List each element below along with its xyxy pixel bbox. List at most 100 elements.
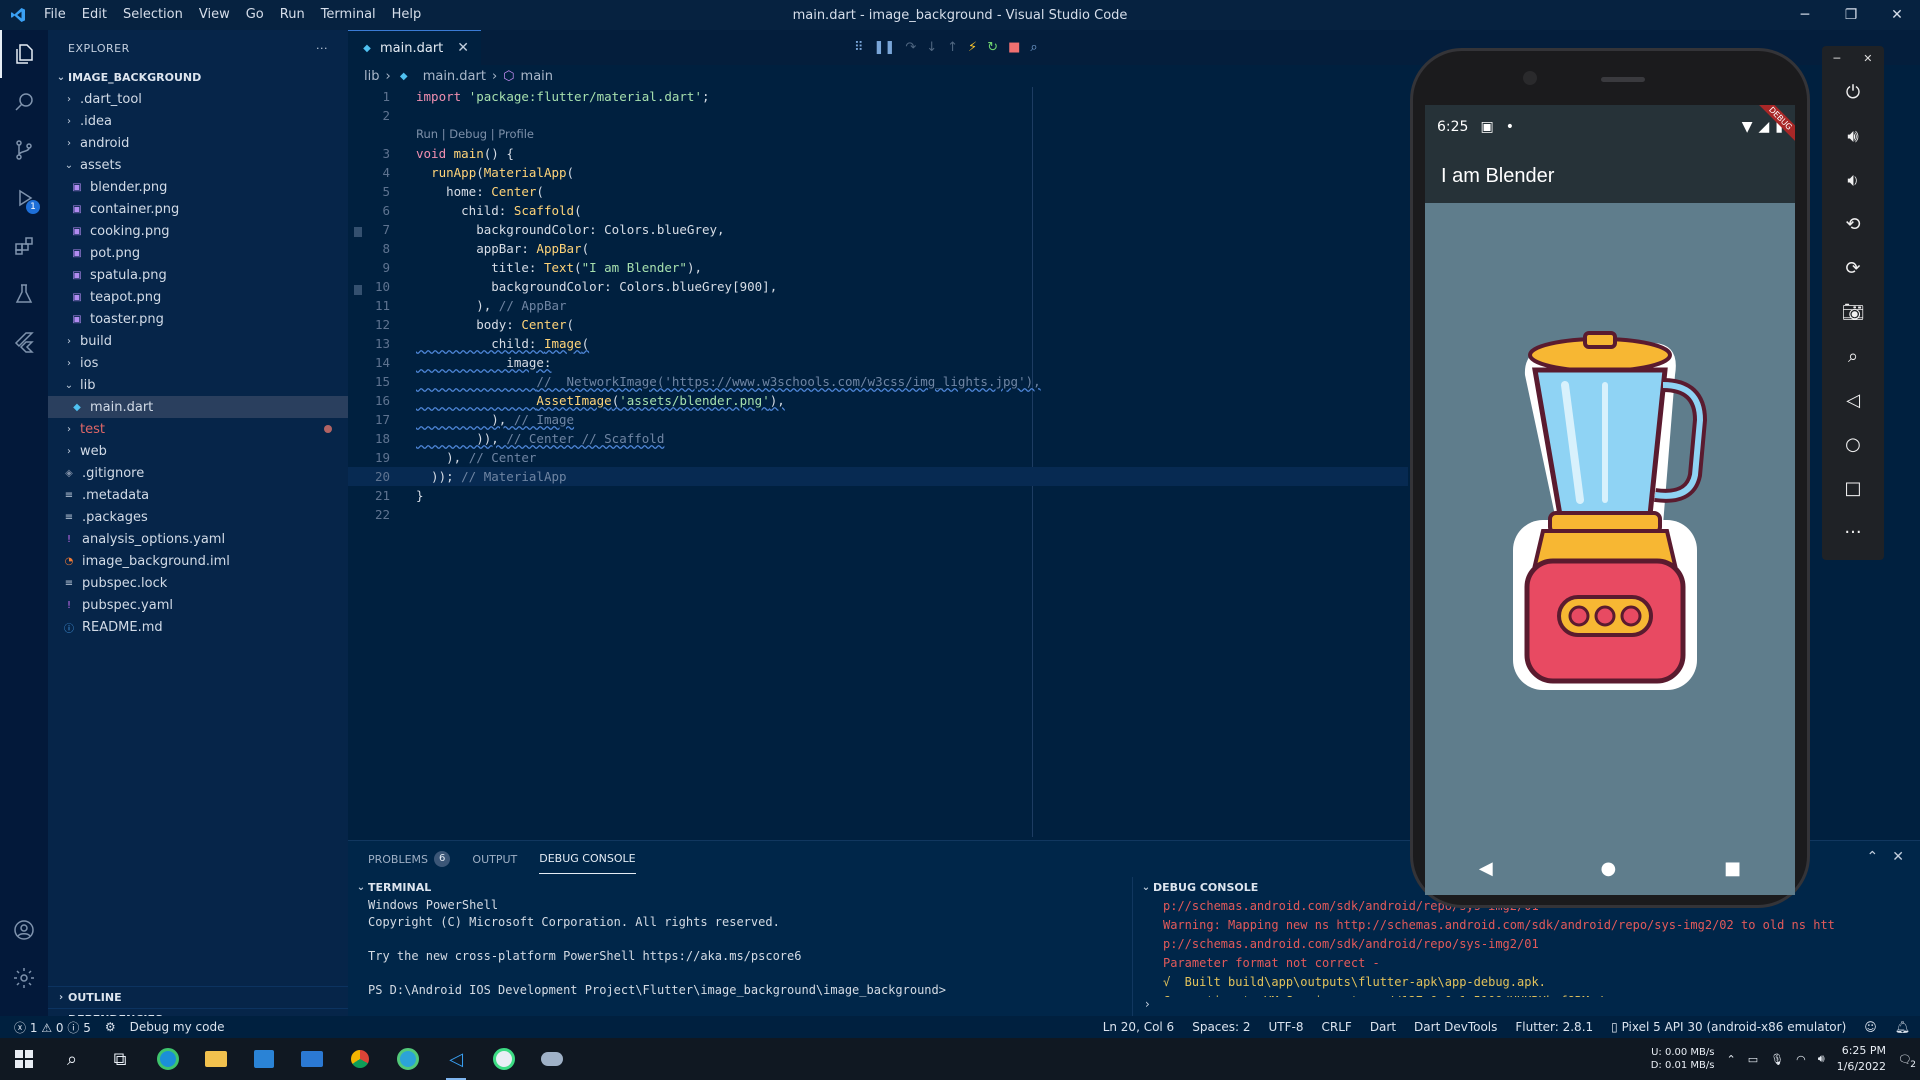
- search-icon[interactable]: ⌕: [48, 1038, 96, 1080]
- tree-item[interactable]: › test: [48, 418, 348, 440]
- breadcrumb-lib[interactable]: lib: [364, 69, 379, 84]
- mail-icon[interactable]: [288, 1038, 336, 1080]
- tree-item[interactable]: › .idea: [48, 110, 348, 132]
- back-icon[interactable]: ◀: [1479, 858, 1493, 879]
- task-view-icon[interactable]: ⧉: [96, 1038, 144, 1080]
- tree-item[interactable]: ⓘ README.md: [48, 616, 348, 638]
- code-editor[interactable]: 1 import 'package:flutter/material.dart';…: [348, 87, 1408, 837]
- tree-item[interactable]: › web: [48, 440, 348, 462]
- drag-handle-icon[interactable]: ⠿: [854, 40, 864, 55]
- tree-item[interactable]: ▣ cooking.png: [48, 220, 348, 242]
- files-icon[interactable]: [0, 30, 48, 78]
- tree-item[interactable]: › android: [48, 132, 348, 154]
- minimize-emulator-icon[interactable]: ─: [1834, 52, 1841, 65]
- breadcrumb-symbol[interactable]: main: [521, 69, 553, 84]
- tree-item[interactable]: ▣ container.png: [48, 198, 348, 220]
- account-icon[interactable]: [0, 906, 48, 954]
- tree-item[interactable]: › ios: [48, 352, 348, 374]
- tree-item[interactable]: › .dart_tool: [48, 88, 348, 110]
- clock[interactable]: 6:25 PM 1/6/2022: [1837, 1043, 1886, 1075]
- menu-view[interactable]: View: [191, 0, 238, 30]
- tree-item[interactable]: ◈ .gitignore: [48, 462, 348, 484]
- menu-edit[interactable]: Edit: [74, 0, 115, 30]
- wifi-icon[interactable]: ◠: [1796, 1053, 1806, 1066]
- tree-item[interactable]: › build: [48, 330, 348, 352]
- cursor-position[interactable]: Ln 20, Col 6: [1103, 1020, 1175, 1034]
- home-icon[interactable]: ●: [1601, 858, 1617, 879]
- terminal-pane[interactable]: ⌄ TERMINAL Windows PowerShell Copyright (C…: [348, 877, 1128, 1017]
- debug-run-icon[interactable]: ⚙: [105, 1020, 116, 1034]
- tree-item[interactable]: ≡ .metadata: [48, 484, 348, 506]
- menu-help[interactable]: Help: [384, 0, 430, 30]
- tree-item[interactable]: ▣ pot.png: [48, 242, 348, 264]
- close-emulator-icon[interactable]: ✕: [1863, 52, 1872, 65]
- tree-item[interactable]: ◆ main.dart: [48, 396, 348, 418]
- problems-status[interactable]: ⓧ 1 ⚠ 0 ⓘ 5: [14, 1019, 91, 1036]
- pause-icon[interactable]: ❚❚: [874, 40, 896, 55]
- tab-debug-console[interactable]: DEBUG CONSOLE: [539, 844, 636, 874]
- close-window-button[interactable]: ✕: [1874, 0, 1920, 30]
- more-options-icon[interactable]: ···: [1822, 510, 1884, 554]
- volume-up-icon[interactable]: 🔊︎: [1822, 114, 1884, 158]
- restart-icon[interactable]: ↻: [987, 40, 998, 55]
- menu-go[interactable]: Go: [238, 0, 272, 30]
- edge-browser-icon[interactable]: [144, 1038, 192, 1080]
- source-control-icon[interactable]: [0, 126, 48, 174]
- step-out-icon[interactable]: ↑: [947, 40, 958, 55]
- tree-item[interactable]: ▣ spatula.png: [48, 264, 348, 286]
- screenshot-camera-icon[interactable]: 📷︎: [1822, 290, 1884, 334]
- menu-selection[interactable]: Selection: [115, 0, 191, 30]
- emulator-icon[interactable]: [528, 1038, 576, 1080]
- edge-dev-icon[interactable]: [384, 1038, 432, 1080]
- maximize-panel-icon[interactable]: ⌃: [1867, 849, 1879, 865]
- flutter-icon[interactable]: [0, 318, 48, 366]
- step-over-icon[interactable]: ↷: [905, 40, 916, 55]
- recents-icon[interactable]: ■: [1724, 858, 1741, 879]
- power-icon[interactable]: ⏻: [1822, 70, 1884, 114]
- console-input-prompt-icon[interactable]: ›: [1145, 997, 1150, 1011]
- indentation[interactable]: Spaces: 2: [1192, 1020, 1250, 1034]
- breadcrumb-file[interactable]: main.dart: [423, 69, 486, 84]
- close-tab-icon[interactable]: ✕: [457, 40, 469, 56]
- vscode-taskbar-icon[interactable]: ◁: [432, 1038, 480, 1080]
- file-explorer-icon[interactable]: [192, 1038, 240, 1080]
- tree-item[interactable]: ▣ toaster.png: [48, 308, 348, 330]
- volume-icon[interactable]: 🔊︎: [1818, 1052, 1825, 1066]
- maximize-button[interactable]: ❐: [1828, 0, 1874, 30]
- devtools-search-icon[interactable]: ⌕: [1030, 40, 1037, 55]
- tree-item[interactable]: ▣ blender.png: [48, 176, 348, 198]
- tree-item[interactable]: ◔ image_background.iml: [48, 550, 348, 572]
- microphone-icon[interactable]: 🎙︎: [1770, 1053, 1784, 1066]
- tree-item[interactable]: ≡ pubspec.lock: [48, 572, 348, 594]
- phone-screen[interactable]: 6:25 ▣ • ▼ ◢ ▮ DEBUG I am Blender: [1425, 105, 1795, 895]
- dart-devtools[interactable]: Dart DevTools: [1414, 1020, 1497, 1034]
- debug-config[interactable]: Debug my code: [130, 1020, 225, 1034]
- zoom-icon[interactable]: ⌕: [1822, 334, 1884, 378]
- home-icon[interactable]: ○: [1822, 422, 1884, 466]
- tree-item[interactable]: ⌄ lib: [48, 374, 348, 396]
- hot-reload-icon[interactable]: ⚡: [968, 40, 977, 55]
- overview-icon[interactable]: □: [1822, 466, 1884, 510]
- outline-section[interactable]: › OUTLINE: [48, 986, 348, 1008]
- more-actions-icon[interactable]: ···: [316, 42, 328, 55]
- rotate-right-icon[interactable]: ⟳: [1822, 246, 1884, 290]
- menu-run[interactable]: Run: [272, 0, 313, 30]
- microsoft-store-icon[interactable]: [240, 1038, 288, 1080]
- stop-icon[interactable]: ■: [1008, 40, 1020, 55]
- feedback-icon[interactable]: ☺: [1864, 1020, 1877, 1034]
- device-selector[interactable]: ▯ Pixel 5 API 30 (android-x86 emulator): [1611, 1020, 1846, 1034]
- flutter-version[interactable]: Flutter: 2.8.1: [1515, 1020, 1593, 1034]
- notifications-bell-icon[interactable]: 🔔︎: [1895, 1020, 1910, 1034]
- project-root[interactable]: ⌄ IMAGE_BACKGROUND: [48, 66, 348, 88]
- close-panel-icon[interactable]: ✕: [1892, 849, 1904, 865]
- menu-file[interactable]: File: [36, 0, 74, 30]
- tab-main-dart[interactable]: ◆ main.dart ✕: [348, 30, 482, 65]
- search-icon[interactable]: [0, 78, 48, 126]
- extensions-icon[interactable]: [0, 222, 48, 270]
- notifications-icon[interactable]: 🗨︎ 2: [1898, 1053, 1916, 1070]
- tab-output[interactable]: OUTPUT: [472, 845, 517, 874]
- tree-item[interactable]: ≡ .packages: [48, 506, 348, 528]
- back-icon[interactable]: ◁: [1822, 378, 1884, 422]
- run-debug-icon[interactable]: 1: [0, 174, 48, 222]
- step-into-icon[interactable]: ↓: [926, 40, 937, 55]
